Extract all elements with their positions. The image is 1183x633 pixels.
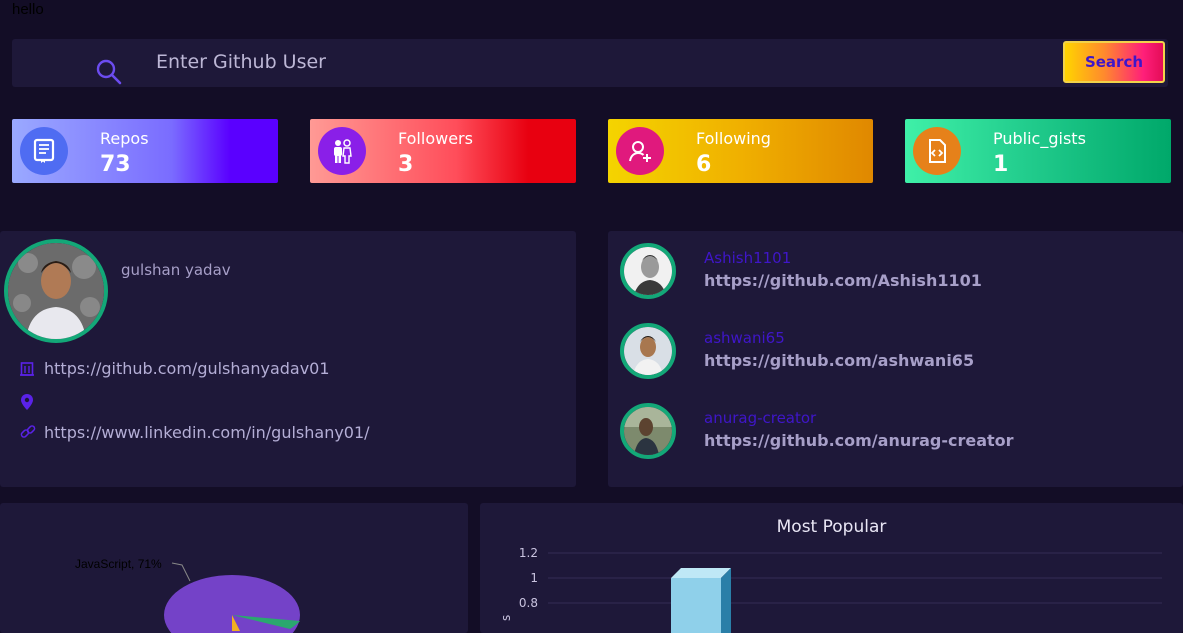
follower-name[interactable]: Ashish1101 [704,249,982,267]
pie-chart [164,562,300,633]
stat-card-following: Following 6 [608,119,873,183]
most-popular-panel: Most Popular 1.2 1 0.8 s [480,503,1183,633]
bar-top [671,568,731,578]
search-button[interactable]: Search [1063,41,1165,83]
stat-card-followers: Followers 3 [310,119,576,183]
follower-avatar [620,323,676,379]
y-tick-label: 1.2 [519,546,538,560]
search-icon [96,59,122,85]
search-input[interactable] [156,49,1036,75]
profile-github-link[interactable]: https://github.com/gulshanyadav01 [44,359,330,378]
y-axis-label: s [499,615,513,621]
stat-value: 73 [100,152,131,177]
hello-text: hello [12,1,44,18]
stat-label: Repos [100,129,149,148]
languages-pie-panel: JavaScript, 71% [0,503,468,633]
y-tick-label: 1 [530,571,538,585]
people-icon [318,127,366,175]
bar-chart: 1.2 1 0.8 s [499,546,1162,633]
follower-item: anurag-creator https://github.com/anurag… [704,409,1014,450]
profile-github-row: https://github.com/gulshanyadav01 [20,359,330,380]
stat-card-repos: Repos 73 [12,119,278,183]
followers-panel: Ashish1101 https://github.com/Ashish1101… [608,231,1183,487]
stat-label: Followers [398,129,473,148]
follower-item: Ashish1101 https://github.com/Ashish1101 [704,249,982,290]
follower-name[interactable]: anurag-creator [704,409,1014,427]
location-pin-icon [20,393,36,415]
profile-panel: gulshan yadav https://github.com/gulshan… [0,231,576,487]
bar-side [721,568,731,633]
stat-value: 1 [993,152,1009,177]
stat-value: 6 [696,152,712,177]
code-file-icon [913,127,961,175]
search-bar: Search [12,39,1168,87]
stat-card-public-gists: Public_gists 1 [905,119,1171,183]
bar [671,578,721,633]
stat-value: 3 [398,152,414,177]
profile-name: gulshan yadav [121,261,231,279]
stat-label: Following [696,129,771,148]
follower-url[interactable]: https://github.com/ashwani65 [704,351,974,370]
follower-name[interactable]: ashwani65 [704,329,974,347]
avatar [4,239,108,343]
pie-leader-line [171,562,191,582]
follower-avatar [620,403,676,459]
book-icon [20,127,68,175]
follower-avatar [620,243,676,299]
link-icon [20,424,36,444]
profile-location-row [20,393,44,415]
user-plus-icon [616,127,664,175]
follower-url[interactable]: https://github.com/Ashish1101 [704,271,982,290]
profile-linkedin-link[interactable]: https://www.linkedin.com/in/gulshany01/ [44,423,370,442]
follower-item: ashwani65 https://github.com/ashwani65 [704,329,974,370]
y-tick-label: 0.8 [519,596,538,610]
profile-linkedin-row: https://www.linkedin.com/in/gulshany01/ [20,423,370,444]
follower-url[interactable]: https://github.com/anurag-creator [704,431,1014,450]
building-icon [20,360,36,380]
stat-label: Public_gists [993,129,1086,148]
